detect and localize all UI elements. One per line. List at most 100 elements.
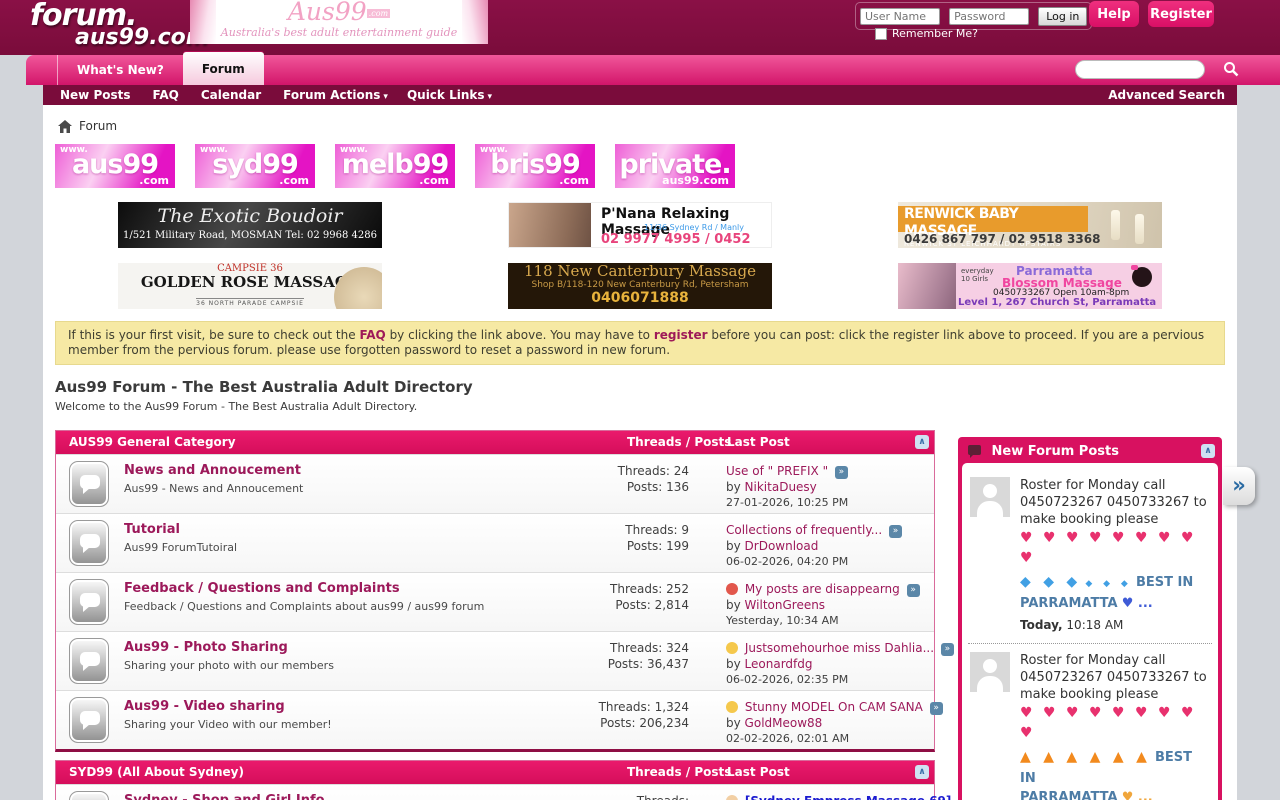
forum-link[interactable]: Feedback / Questions and Complaints: [124, 581, 554, 596]
subnav-link[interactable]: Calendar: [201, 85, 264, 107]
subnav-link[interactable]: FAQ: [153, 85, 182, 107]
forum-icon: [69, 638, 109, 684]
last-post-link[interactable]: Stunny MODEL On CAM SANA: [745, 700, 923, 714]
site-banner-logo[interactable]: www. melb99 .com: [335, 144, 455, 188]
subnav-link[interactable]: Forum Actions▾: [283, 85, 388, 107]
forum-row: News and Annoucement Aus99 - News and An…: [56, 454, 934, 513]
forum-link[interactable]: Sydney - Shop and Girl Info: [124, 793, 554, 800]
tab-whats-new[interactable]: What's New?: [57, 55, 183, 85]
tab-forum[interactable]: Forum: [183, 52, 264, 85]
last-post-link[interactable]: My posts are disappearng: [745, 582, 900, 596]
ad-canterbury-massage[interactable]: 118 New Canterbury Massage Shop B/118-12…: [508, 263, 772, 309]
last-post-author[interactable]: GoldMeow88: [745, 716, 823, 730]
collapse-icon[interactable]: ∧: [915, 765, 929, 779]
notice-text: If this is your first visit, be sure to …: [68, 328, 359, 342]
site-banner-logo[interactable]: www. aus99 .com: [55, 144, 175, 188]
category-header[interactable]: AUS99 General Category Threads / Posts L…: [56, 431, 934, 454]
site-banner-logo[interactable]: www. bris99 .com: [475, 144, 595, 188]
sidebar-posts-panel: Roster for Monday call 0450723267 045073…: [962, 463, 1218, 800]
faq-link[interactable]: FAQ: [359, 328, 385, 342]
last-post-link[interactable]: Justsomehourhoe miss Dahlia...: [745, 641, 934, 655]
username-input[interactable]: [860, 8, 940, 25]
ad-parramatta-blossom-massage[interactable]: everyday 10 Girls Parramatta Blossom Mas…: [898, 263, 1162, 309]
password-input[interactable]: [949, 8, 1029, 25]
collapse-icon[interactable]: ∧: [1201, 444, 1215, 458]
goto-last-post-icon[interactable]: »: [889, 525, 902, 538]
ad-renwick-massage[interactable]: RENWICK BABY MASSAGE RENWICK ST LEICHHAR…: [898, 202, 1162, 248]
ad-golden-rose-massage[interactable]: CAMPSIE 36 GOLDEN ROSE MASSAGE 36 NORTH …: [118, 263, 382, 309]
doll-icon: [1132, 267, 1152, 287]
forum-link[interactable]: Aus99 - Video sharing: [124, 699, 554, 714]
site-banner-logo[interactable]: www. syd99 .com: [195, 144, 315, 188]
login-form: Log in: [855, 2, 1092, 30]
help-button[interactable]: Help: [1089, 1, 1139, 27]
category-syd99: SYD99 (All About Sydney) Threads / Posts…: [55, 760, 935, 800]
content: Forum www. aus99 .com www. syd99 .com ww…: [43, 105, 1237, 800]
banner-subtitle: Australia's best adult entertainment gui…: [190, 26, 488, 39]
speech-bubble-icon: [968, 445, 981, 455]
header-banner-ad[interactable]: Aus99.com Australia's best adult enterta…: [190, 0, 488, 44]
category-header[interactable]: SYD99 (All About Sydney) Threads / Posts…: [56, 761, 934, 784]
collapse-icon[interactable]: ∧: [915, 435, 929, 449]
last-post-link[interactable]: [Sydney Empress Massage 69]: [745, 794, 952, 800]
page-title: Aus99 Forum - The Best Australia Adult D…: [55, 378, 1237, 396]
site-banner-row: www. aus99 .com www. syd99 .com www. mel…: [55, 144, 1237, 188]
forum-link[interactable]: Tutorial: [124, 522, 554, 537]
ad-golden-title: GOLDEN ROSE MASSAGE: [118, 274, 382, 290]
remember-me-label: Remember Me?: [892, 27, 978, 40]
avatar: [970, 652, 1010, 692]
sidebar-post[interactable]: Roster for Monday call 0450723267 045073…: [968, 469, 1212, 644]
sidebar: New Forum Posts ∧ Roster for Monday call…: [958, 437, 1222, 800]
forum-link[interactable]: Aus99 - Photo Sharing: [124, 640, 554, 655]
goto-last-post-icon[interactable]: »: [941, 643, 954, 656]
last-post-link[interactable]: Collections of frequently...: [726, 523, 882, 537]
last-post-author[interactable]: Leonardfdg: [745, 657, 813, 671]
goto-last-post-icon[interactable]: »: [930, 702, 943, 715]
last-post-link[interactable]: Use of " PREFIX ": [726, 464, 828, 478]
ad-exotic-address: 1/521 Military Road, MOSMAN Tel: 02 9968…: [118, 230, 382, 242]
home-icon[interactable]: [58, 120, 72, 133]
remember-me-checkbox[interactable]: [875, 28, 887, 40]
ad-parra-address: Level 1, 267 Church St, Parramatta: [958, 297, 1156, 308]
search-input[interactable]: [1075, 60, 1205, 79]
ad-golden-sub: 36 NORTH PARADE CAMPSIE: [196, 298, 304, 308]
chevron-down-icon: ▾: [383, 92, 388, 102]
site-banner-logo[interactable]: private. aus99.com: [615, 144, 735, 188]
last-post-date: 06-02-2026, 04:20 PM: [726, 554, 926, 570]
site-logo[interactable]: forum. aus99.com: [30, 1, 209, 49]
ad-exotic-boudoir[interactable]: The Exotic Boudoir 1/521 Military Road, …: [118, 202, 382, 248]
advanced-search-link[interactable]: Advanced Search: [1108, 85, 1225, 105]
hearts-icons: ♥ ♥ ♥ ♥ ♥ ♥ ♥ ♥ ♥: [1020, 703, 1210, 743]
banner-title-text: Aus99: [288, 0, 367, 26]
subnav-link[interactable]: Quick Links▾: [407, 85, 492, 107]
last-post-cell: Collections of frequently... » by DrDown…: [726, 522, 926, 570]
register-button[interactable]: Register: [1148, 1, 1214, 27]
sidebar-header[interactable]: New Forum Posts ∧: [962, 441, 1218, 463]
forum-link[interactable]: News and Annoucement: [124, 463, 554, 478]
ad-pnana-massage[interactable]: P'Nana Relaxing Massage 11/36 Sydney Rd …: [508, 202, 772, 248]
goto-last-post-icon[interactable]: »: [907, 584, 920, 597]
last-post-author[interactable]: DrDownload: [745, 539, 819, 553]
search-icon[interactable]: [1222, 61, 1240, 79]
banner-suffix: .com: [139, 174, 169, 187]
last-post-cell: Use of " PREFIX " » by NikitaDuesy 27-01…: [726, 463, 926, 511]
forum-icon: [69, 461, 109, 507]
login-button[interactable]: Log in: [1038, 7, 1087, 26]
goto-last-post-icon[interactable]: »: [835, 466, 848, 479]
banner-title: Aus99.com: [190, 0, 488, 26]
thumbs-up-icon: [726, 795, 738, 800]
ad-pnana-photo: [509, 203, 591, 248]
ad-renwick-phone: 0426 867 797 / 02 9518 3368: [904, 232, 1100, 246]
column-threads-posts: Threads / Posts: [627, 761, 731, 784]
sidebar-title: New Forum Posts: [992, 444, 1119, 459]
subnav-link[interactable]: New Posts: [60, 85, 134, 107]
last-post-author[interactable]: WiltonGreens: [745, 598, 826, 612]
last-post-date: 02-02-2026, 02:01 AM: [726, 731, 926, 747]
ad-canterbury-title: 118 New Canterbury Massage: [508, 263, 772, 280]
register-link[interactable]: register: [654, 328, 708, 342]
sidebar-expand-handle[interactable]: »: [1223, 467, 1255, 505]
breadcrumb-forum-link[interactable]: Forum: [79, 119, 117, 133]
forum-icon: [69, 579, 109, 625]
last-post-author[interactable]: NikitaDuesy: [745, 480, 817, 494]
sidebar-post[interactable]: Roster for Monday call 0450723267 045073…: [968, 644, 1212, 800]
